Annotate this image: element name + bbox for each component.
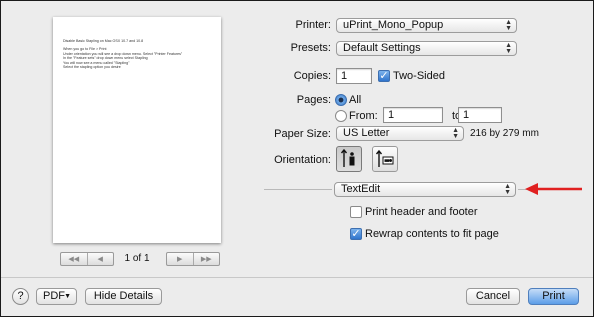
last-page-button[interactable]: ▶▶ (194, 253, 220, 265)
paper-size-value: US Letter (343, 127, 390, 139)
copies-label: Copies: (293, 70, 331, 82)
pages-from-label: From: (349, 110, 378, 122)
previous-page-icon: ◀ (97, 256, 103, 263)
paper-size-popup[interactable]: US Letter ▲ ▼ (336, 126, 464, 141)
help-icon: ? (17, 290, 24, 302)
landscape-orientation-button[interactable] (372, 146, 398, 172)
checkmark-icon: ✓ (351, 228, 361, 240)
previous-page-button[interactable]: ◀ (88, 253, 114, 265)
popup-arrows-icon: ▲ ▼ (504, 183, 511, 196)
rewrap-contents-label: Rewrap contents to fit page (365, 228, 499, 240)
hide-details-button[interactable]: Hide Details (85, 288, 162, 305)
bottom-separator (1, 277, 593, 278)
separator-left (264, 189, 332, 190)
last-page-icon: ▶▶ (200, 256, 212, 263)
presets-label: Presets: (290, 42, 331, 54)
paper-dimensions: 216 by 279 mm (470, 128, 539, 139)
annotation-arrow-icon (525, 183, 582, 195)
landscape-icon (375, 149, 394, 167)
rewrap-contents-checkbox[interactable]: ✓ (350, 228, 362, 240)
checkmark-icon: ✓ (379, 70, 389, 82)
preview-line: Disable Basic Stapling on Mac OSX 10.7 a… (63, 39, 144, 43)
preview-line: Select the stapling option you desire (63, 65, 121, 70)
printer-label: Printer: (295, 19, 331, 31)
section-popup-value: TextEdit (341, 183, 381, 195)
print-header-footer-checkbox[interactable] (350, 206, 362, 218)
popup-arrows-icon: ▲ ▼ (505, 42, 512, 55)
two-sided-checkbox[interactable]: ✓ (378, 70, 390, 82)
paper-size-label: Paper Size: (274, 128, 331, 140)
preview-nav-forward-group: ▶ ▶▶ (166, 252, 220, 266)
presets-value: Default Settings (343, 42, 421, 54)
portrait-orientation-button[interactable] (336, 146, 362, 172)
print-preview-page: Disable Basic Stapling on Mac OSX 10.7 a… (53, 17, 221, 243)
pages-from-field[interactable]: 1 (383, 107, 443, 123)
first-page-button[interactable]: ◀◀ (61, 253, 88, 265)
print-header-footer-label: Print header and footer (365, 206, 478, 218)
print-dialog: Disable Basic Stapling on Mac OSX 10.7 a… (0, 0, 594, 317)
popup-arrows-icon: ▲ ▼ (452, 127, 459, 140)
copies-field[interactable]: 1 (336, 68, 372, 84)
next-page-icon: ▶ (177, 256, 183, 263)
printer-popup[interactable]: uPrint_Mono_Popup ▲ ▼ (336, 18, 517, 33)
portrait-icon (340, 148, 355, 167)
chevron-down-icon: ▼ (64, 293, 71, 300)
pages-all-label: All (349, 94, 362, 106)
first-page-icon: ◀◀ (68, 256, 80, 263)
pages-to-field[interactable]: 1 (458, 107, 502, 123)
cancel-button[interactable]: Cancel (466, 288, 520, 305)
next-page-button[interactable]: ▶ (167, 253, 194, 265)
popup-arrows-icon: ▲ ▼ (505, 19, 512, 32)
page-indicator: 1 of 1 (124, 253, 150, 264)
preview-text: Disable Basic Stapling on Mac OSX 10.7 a… (63, 39, 213, 69)
pdf-menu-button[interactable]: PDF ▼ (36, 288, 77, 305)
orientation-label: Orientation: (274, 154, 331, 166)
pdf-label: PDF (43, 290, 65, 302)
help-button[interactable]: ? (12, 288, 29, 305)
presets-popup[interactable]: Default Settings ▲ ▼ (336, 41, 517, 56)
section-popup[interactable]: TextEdit ▲ ▼ (334, 182, 516, 197)
print-button[interactable]: Print (528, 288, 579, 305)
pages-all-radio[interactable] (335, 94, 347, 106)
pages-label: Pages: (296, 94, 331, 106)
pages-from-radio[interactable] (335, 110, 347, 122)
preview-nav-back-group: ◀◀ ◀ (60, 252, 114, 266)
two-sided-label: Two-Sided (393, 70, 445, 82)
printer-value: uPrint_Mono_Popup (343, 19, 444, 31)
